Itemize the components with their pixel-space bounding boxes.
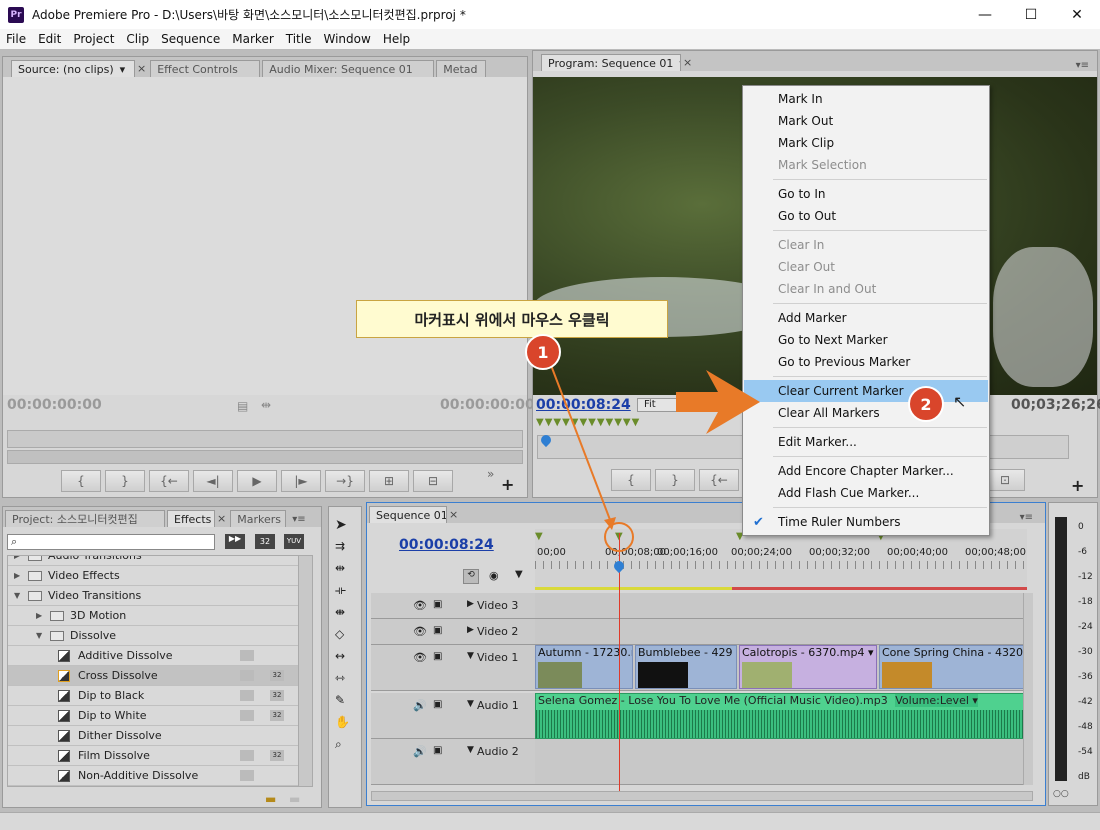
annotation-circle bbox=[604, 522, 634, 552]
status-bar bbox=[0, 812, 1100, 830]
step-badge-2: 2 bbox=[908, 386, 944, 422]
step-badge-1: 1 bbox=[525, 334, 561, 370]
annotation-arrow-line bbox=[548, 359, 613, 526]
mouse-cursor-icon: ↖ bbox=[953, 392, 967, 411]
annotation-big-arrow bbox=[676, 370, 760, 434]
